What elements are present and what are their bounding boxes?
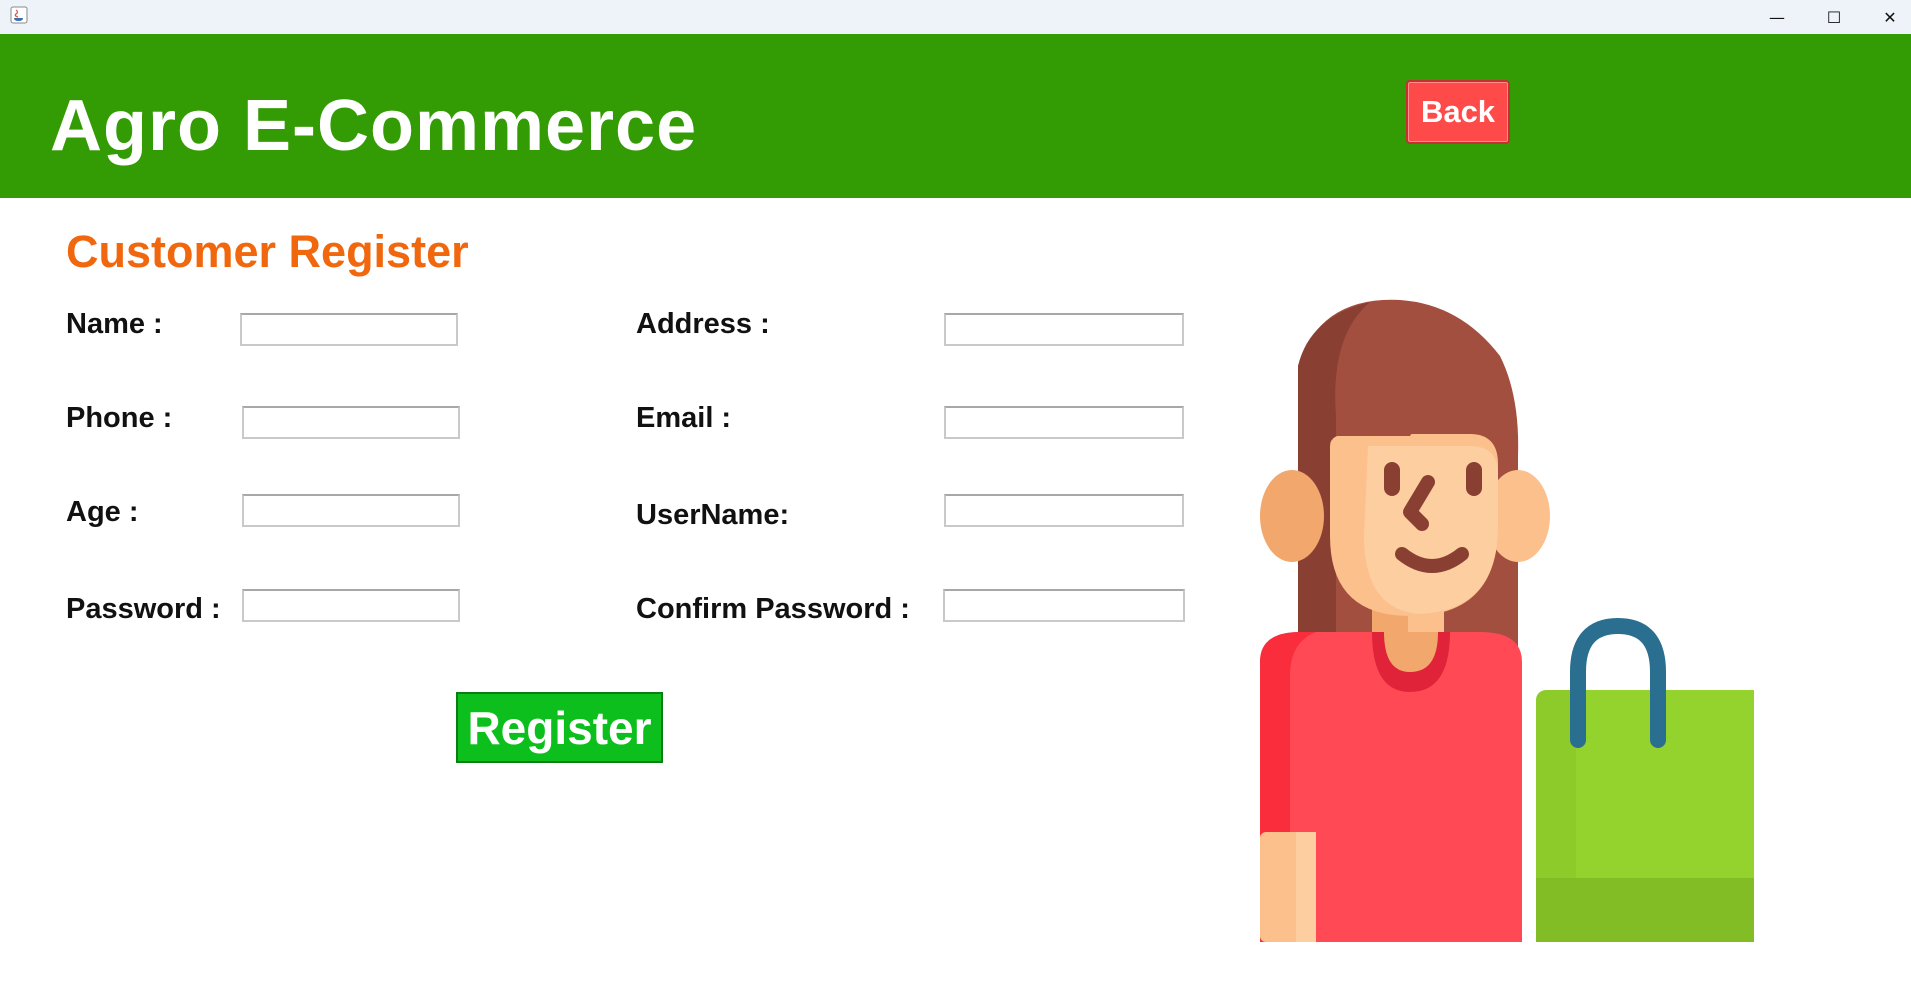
username-label: UserName:	[636, 499, 790, 531]
window-titlebar: — ☐ ✕	[0, 0, 1911, 35]
confirm-password-field[interactable]	[943, 589, 1185, 622]
username-field[interactable]	[944, 494, 1184, 527]
app-header: Agro E-Commerce Back	[0, 34, 1911, 198]
form-title: Customer Register	[66, 226, 469, 277]
back-button[interactable]: Back	[1406, 80, 1510, 144]
confirm-password-label: Confirm Password :	[636, 593, 910, 625]
address-label: Address :	[636, 308, 770, 340]
register-button[interactable]: Register	[456, 692, 663, 763]
minimize-button[interactable]: —	[1749, 0, 1805, 34]
close-button[interactable]: ✕	[1862, 0, 1911, 34]
email-label: Email :	[636, 402, 732, 434]
phone-label: Phone :	[66, 402, 173, 434]
maximize-button[interactable]: ☐	[1806, 0, 1862, 34]
password-field[interactable]	[242, 589, 460, 622]
password-label: Password :	[66, 593, 221, 625]
phone-field[interactable]	[242, 406, 460, 439]
java-app-icon	[10, 6, 28, 24]
address-field[interactable]	[944, 313, 1184, 346]
name-field[interactable]	[240, 313, 458, 346]
age-field[interactable]	[242, 494, 460, 527]
name-label: Name :	[66, 308, 163, 340]
shopper-woman-with-bag-icon	[1260, 299, 1754, 942]
email-field[interactable]	[944, 406, 1184, 439]
age-label: Age :	[66, 496, 139, 528]
app-title: Agro E-Commerce	[50, 86, 698, 166]
